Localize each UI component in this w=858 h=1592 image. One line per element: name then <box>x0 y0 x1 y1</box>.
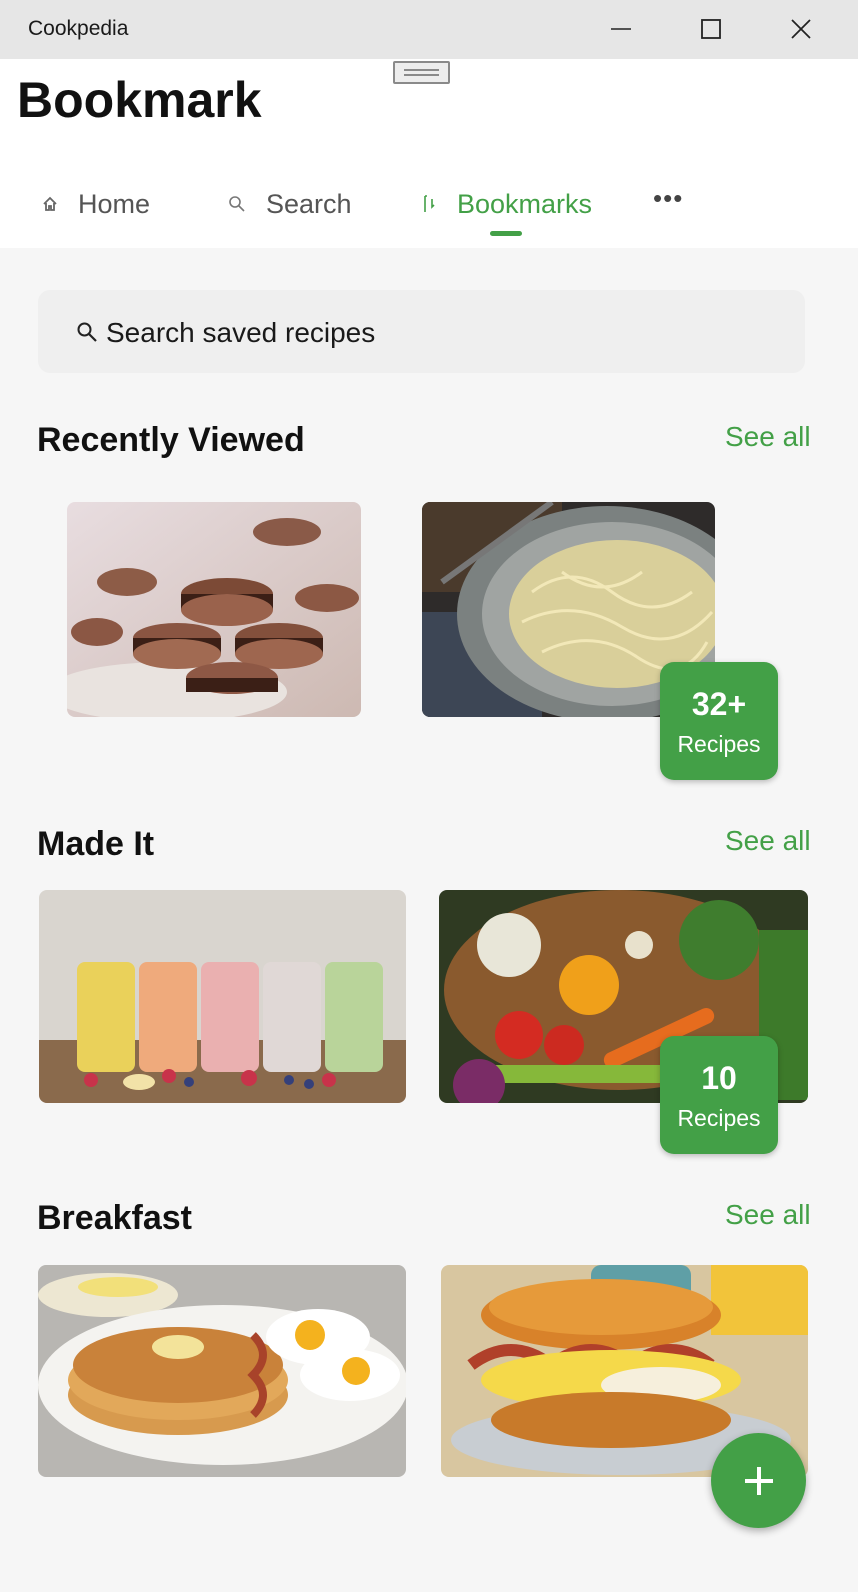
nav-tab-bookmarks[interactable]: Bookmarks <box>423 187 592 221</box>
window-title: Cookpedia <box>28 17 129 40</box>
maximize-icon <box>701 19 721 39</box>
recipe-card-pancakes[interactable] <box>38 1265 406 1477</box>
bookmark-icon <box>423 195 437 213</box>
search-placeholder: Search saved recipes <box>106 317 376 348</box>
recipe-card-smoothies[interactable] <box>39 890 406 1103</box>
see-all-breakfast-link[interactable]: See all <box>725 1199 811 1231</box>
nav-tab-home-label: Home <box>78 188 151 219</box>
window-titlebar: Cookpedia <box>0 0 858 59</box>
search-input[interactable]: Search saved recipes <box>38 290 805 373</box>
search-icon <box>76 321 98 348</box>
add-recipe-button[interactable] <box>711 1433 806 1528</box>
made-it-count-badge[interactable]: 10 Recipes <box>660 1036 778 1154</box>
search-icon <box>228 195 246 213</box>
badge-label: Recipes <box>677 731 761 757</box>
section-title-recently-viewed: Recently Viewed <box>37 421 305 459</box>
page-header: Bookmark Home Search Bookmarks ••• <box>0 59 858 248</box>
close-button[interactable] <box>781 10 821 48</box>
section-title-made-it: Made It <box>37 825 155 863</box>
maximize-button[interactable] <box>691 10 731 48</box>
see-all-recently-viewed-link[interactable]: See all <box>725 421 811 453</box>
minimize-icon <box>611 28 631 30</box>
badge-count: 10 <box>701 1060 737 1096</box>
badge-count: 32+ <box>691 686 747 722</box>
page-title: Bookmark <box>17 72 262 128</box>
macarons-image <box>67 502 361 717</box>
minimize-button[interactable] <box>601 10 641 48</box>
nav-tab-search[interactable]: Search <box>228 187 352 221</box>
pancakes-image <box>38 1265 406 1477</box>
nav-tab-search-label: Search <box>266 188 352 219</box>
more-button[interactable]: ••• <box>653 181 683 215</box>
recipe-card-macarons[interactable] <box>67 502 361 717</box>
see-all-made-it-link[interactable]: See all <box>725 825 811 857</box>
smoothies-image <box>39 890 406 1103</box>
section-title-breakfast: Breakfast <box>37 1199 192 1237</box>
nav-tab-bookmarks-label: Bookmarks <box>457 188 593 219</box>
drag-handle[interactable] <box>393 61 450 84</box>
nav-tab-home[interactable]: Home <box>42 187 150 221</box>
home-icon <box>42 196 58 212</box>
active-tab-indicator <box>490 231 522 236</box>
recently-viewed-count-badge[interactable]: 32+ Recipes <box>660 662 778 780</box>
more-icon: ••• <box>653 182 684 213</box>
plus-icon <box>744 1466 773 1495</box>
close-icon <box>791 19 811 39</box>
badge-label: Recipes <box>677 1105 761 1131</box>
